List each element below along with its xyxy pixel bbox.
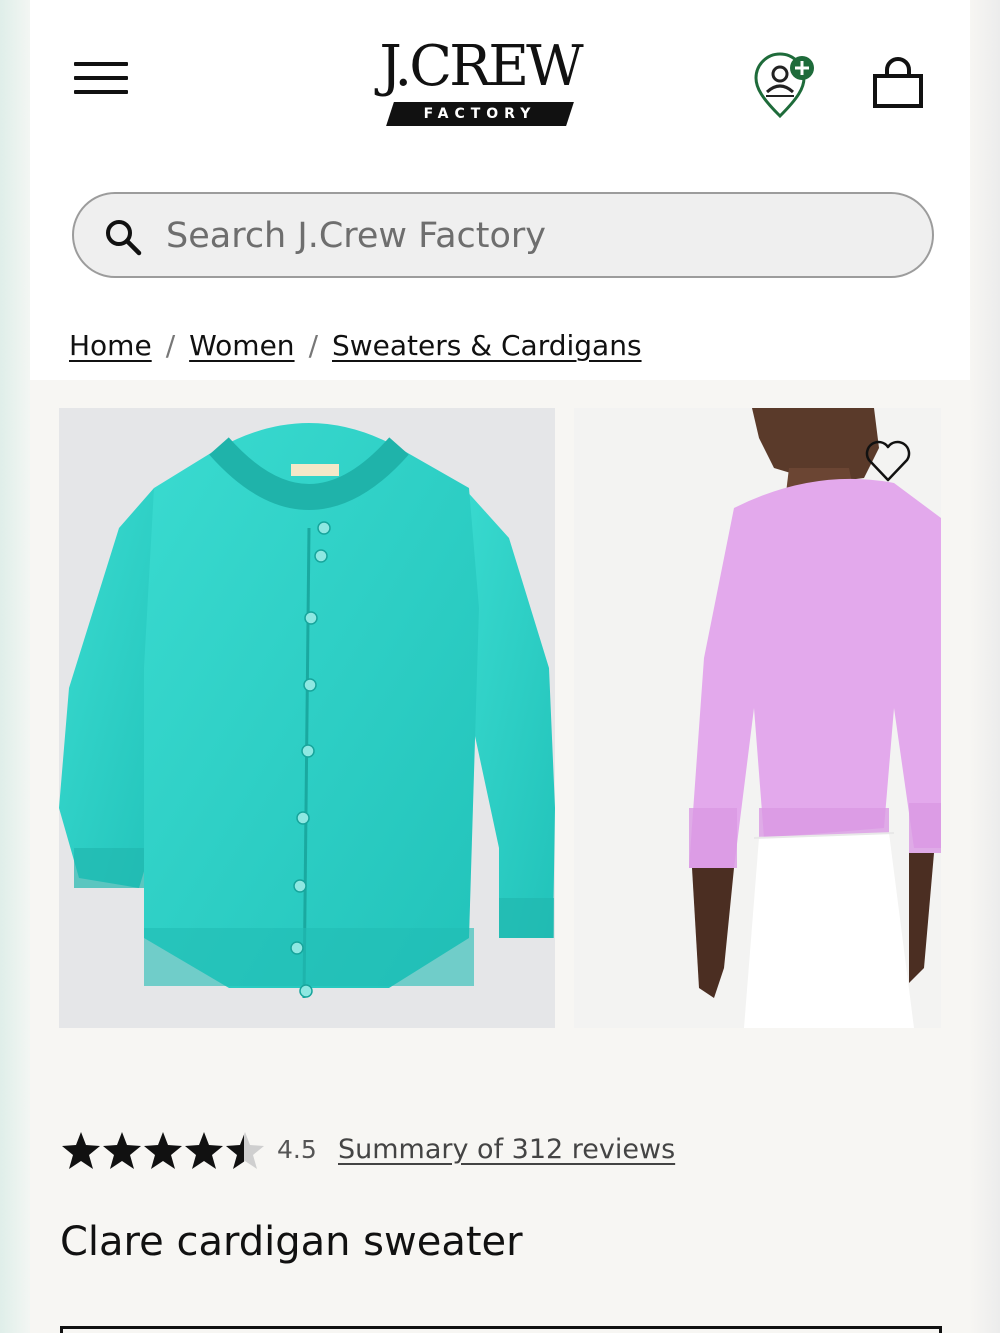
search-input[interactable] xyxy=(166,208,906,264)
menu-icon-line xyxy=(74,90,128,94)
logo[interactable]: J.CREW FACTORY xyxy=(360,36,600,131)
product-image-main[interactable] xyxy=(59,408,555,1028)
breadcrumb: Home / Women / Sweaters & Cardigans xyxy=(69,326,642,366)
product-image-alt[interactable] xyxy=(574,408,941,1028)
search-icon xyxy=(106,220,142,256)
reviews-summary-link[interactable]: Summary of 312 reviews xyxy=(338,1132,675,1168)
star-rating-icon xyxy=(62,1132,264,1169)
option-selector-box[interactable] xyxy=(60,1326,942,1333)
product-title: Clare cardigan sweater xyxy=(60,1219,523,1265)
breadcrumb-women[interactable]: Women xyxy=(189,329,294,362)
breadcrumb-home[interactable]: Home xyxy=(69,329,152,362)
model-illustration xyxy=(689,408,941,1028)
page: J.CREW FACTORY Home / Women / Sweaters & Car… xyxy=(30,0,970,1333)
cardigan-illustration xyxy=(59,423,555,999)
search-bar[interactable] xyxy=(72,192,934,278)
breadcrumb-sweaters-cardigans[interactable]: Sweaters & Cardigans xyxy=(332,329,642,362)
menu-icon-line xyxy=(74,62,128,66)
store-locator-icon[interactable] xyxy=(750,52,820,122)
shopping-bag-icon[interactable] xyxy=(870,56,926,112)
logo-subtitle: FACTORY xyxy=(423,106,537,122)
rating-value: 4.5 xyxy=(277,1135,317,1164)
menu-icon-line xyxy=(74,76,128,80)
menu-button[interactable] xyxy=(74,60,130,100)
logo-wordmark: J.CREW xyxy=(379,34,583,99)
breadcrumb-separator: / xyxy=(165,329,176,362)
header: J.CREW FACTORY Home / Women / Sweaters & Car… xyxy=(30,0,970,380)
breadcrumb-separator: / xyxy=(308,329,318,362)
heart-icon[interactable] xyxy=(863,438,913,484)
